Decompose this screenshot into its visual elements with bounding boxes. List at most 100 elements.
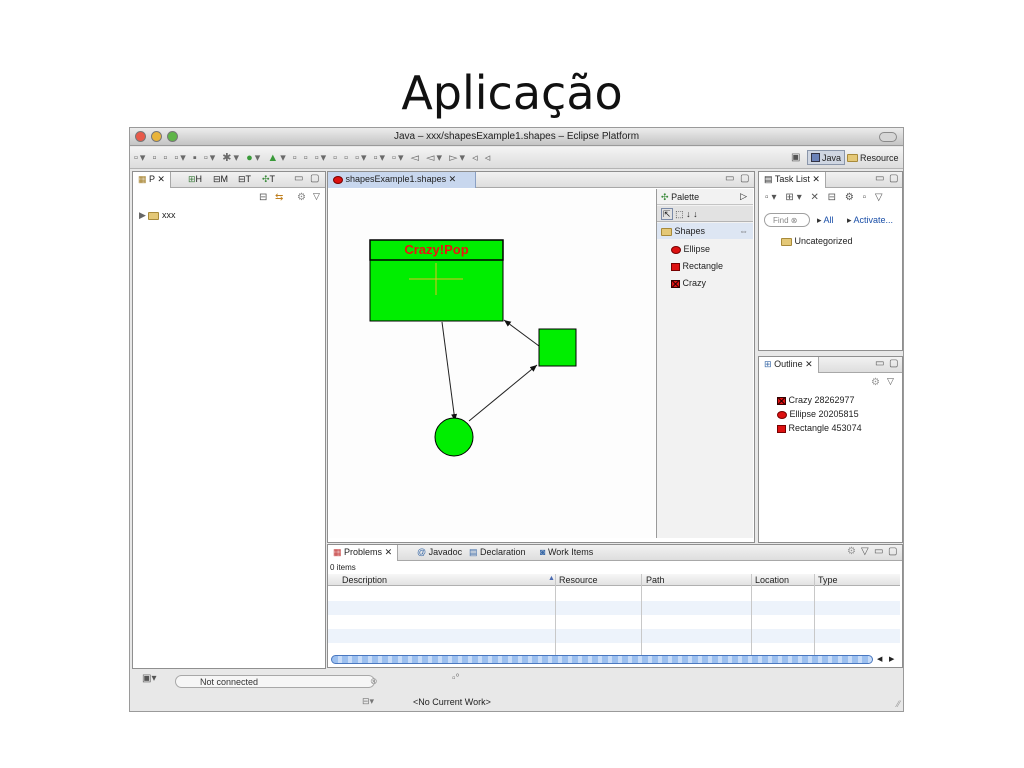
view-dropdown-icon[interactable]: ▽ (313, 191, 320, 202)
open-perspective-icon[interactable]: ▣ (791, 152, 800, 163)
perspective-java-button[interactable]: Java (807, 150, 846, 165)
diagram-canvas[interactable]: Crazy!Pop (329, 189, 655, 538)
maximize-icon[interactable]: ▢ (889, 173, 898, 184)
col-resource[interactable]: Resource (559, 575, 598, 585)
rectangle-shape[interactable] (538, 328, 577, 367)
toolbar-toggle-button[interactable] (879, 132, 897, 142)
minimize-icon[interactable]: ▭ (875, 173, 884, 184)
column-divider (555, 574, 556, 660)
members-icon: ⊟ (213, 174, 221, 184)
sort-up-icon[interactable]: ▲ (548, 575, 555, 582)
outline-dropdown-icon[interactable]: ▽ (887, 376, 894, 387)
link-editor-icon[interactable]: ⇆ (275, 192, 283, 203)
palette-header[interactable]: ✣ Palette ▷ (657, 189, 753, 205)
tab-declaration[interactable]: ▤ Declaration (464, 545, 531, 561)
task-find-input[interactable]: Find ⊗ (764, 213, 810, 227)
tab-outline[interactable]: ⊞ Outline ✕ (759, 357, 819, 373)
tab-package-explorer[interactable]: ▦ P ✕ (133, 172, 171, 188)
col-type[interactable]: Type (818, 575, 838, 585)
minimize-icon[interactable]: ▭ (874, 546, 883, 557)
connection-rectangle-crazy[interactable] (503, 319, 540, 347)
col-path[interactable]: Path (646, 575, 665, 585)
connection-status-field[interactable]: Not connected (175, 675, 375, 688)
tab-hierarchy[interactable]: ⊞H (183, 172, 207, 188)
outline-menu-icon[interactable]: ⚙ (871, 377, 880, 388)
work-dropdown-icon[interactable]: ⊟▾ (362, 696, 374, 707)
palette-item-rectangle[interactable]: Rectangle (667, 258, 763, 274)
scroll-left-icon[interactable]: ◀ (877, 655, 882, 663)
palette-collapse-icon[interactable]: ▷ (740, 191, 747, 202)
window-titlebar: Java – xxx/shapesExample1.shapes – Eclip… (130, 128, 903, 146)
col-location[interactable]: Location (755, 575, 789, 585)
close-icon[interactable]: ✕ (805, 359, 813, 369)
clear-find-icon[interactable]: ⊗ (791, 216, 798, 225)
resource-perspective-icon (847, 153, 858, 162)
ellipse-shape[interactable] (434, 417, 474, 457)
work-items-icon: ◙ (540, 547, 546, 557)
package-icon: ▦ (138, 174, 147, 184)
crazy-icon (777, 396, 786, 405)
tree-item-xxx[interactable]: ▶ xxx (139, 210, 175, 221)
problems-tabbar: ▦ Problems ✕ @ Javadoc ▤ Declaration ◙ W… (328, 545, 902, 561)
view-menu-icon[interactable]: ⚙ (297, 192, 306, 203)
select-tool-icon[interactable]: ⇱ (661, 208, 673, 220)
tasklist-toolbar[interactable]: ▫▾ ⊞▾ ✕ ⊟ ⚙ ▫ ▽ (765, 192, 886, 203)
connection-ellipse-rectangle[interactable] (468, 364, 538, 422)
package-explorer-panel: ▦ P ✕ ⊞H ⊟M ⊟T ✣T ▭ ▢ ⊟ ⇆ ⚙ ▽ ▶ xxx (132, 171, 326, 669)
tab-members[interactable]: ⊟M (208, 172, 233, 188)
maximize-icon[interactable]: ▢ (310, 173, 319, 184)
marquee-tool-icon[interactable]: ⬚ (675, 209, 684, 219)
problems-panel: ▦ Problems ✕ @ Javadoc ▤ Declaration ◙ W… (327, 544, 903, 668)
view-dropdown-icon[interactable]: ▽ (861, 546, 869, 557)
view-menu-icon[interactable]: ⚙ (847, 546, 856, 557)
javadoc-icon: @ (417, 547, 427, 557)
outline-panel: ⊞ Outline ✕ ▭ ▢ ⚙ ▽ Crazy 28262977 Ellip… (758, 356, 903, 543)
palette-item-crazy[interactable]: Crazy (667, 275, 763, 291)
close-icon[interactable]: ✕ (157, 174, 165, 184)
perspective-resource-button[interactable]: Resource (844, 150, 902, 165)
minimize-icon[interactable]: ▭ (294, 173, 303, 184)
minimize-icon[interactable]: ▭ (875, 358, 884, 369)
scroll-right-icon[interactable]: ▶ (889, 655, 894, 663)
tab-tasks[interactable]: ✣T (257, 172, 280, 188)
tasklist-all-link[interactable]: ▸ All (817, 215, 834, 226)
fast-view-icon[interactable]: ▫° (452, 673, 460, 684)
palette-item-ellipse[interactable]: Ellipse (667, 241, 763, 257)
col-description[interactable]: Description (342, 575, 387, 585)
tasklist-category[interactable]: Uncategorized (781, 236, 853, 246)
connection-icon[interactable]: ▣▾ (142, 673, 156, 684)
collapse-all-icon[interactable]: ⊟ (259, 192, 267, 203)
maximize-icon[interactable]: ▢ (889, 358, 898, 369)
navigator-tabbar: ▦ P ✕ ⊞H ⊟M ⊟T ✣T ▭ ▢ (133, 172, 325, 188)
outline-item-ellipse[interactable]: Ellipse 20205815 (777, 409, 859, 419)
crazy-icon (671, 279, 680, 288)
palette-drawer-shapes[interactable]: Shapes ⇔ (657, 223, 753, 239)
tab-types[interactable]: ⊟T (233, 172, 256, 188)
tab-work-items[interactable]: ◙ Work Items (535, 545, 598, 561)
editor-tabbar: shapesExample1.shapes ✕ ▭ ▢ (328, 172, 754, 188)
maximize-icon[interactable]: ▢ (888, 546, 897, 557)
tab-shapes-editor[interactable]: shapesExample1.shapes ✕ (328, 172, 476, 188)
outline-item-crazy[interactable]: Crazy 28262977 (777, 395, 855, 405)
resize-grip-icon[interactable]: ⁄⁄ (897, 699, 900, 709)
tasklist-activate-link[interactable]: ▸ Activate... (847, 215, 893, 226)
tab-problems[interactable]: ▦ Problems ✕ (328, 545, 399, 561)
close-icon[interactable]: ✕ (449, 174, 457, 184)
rectangle-icon (671, 262, 680, 271)
maximize-icon[interactable]: ▢ (740, 173, 749, 184)
drawer-pin-icon[interactable]: ⇔ (739, 226, 748, 236)
connection-tool-icon[interactable]: ↓ (686, 209, 691, 219)
connection-crazy-ellipse[interactable] (441, 321, 458, 422)
close-icon[interactable]: ✕ (812, 174, 820, 184)
connection-tool-alt-icon[interactable]: ↓ (693, 209, 698, 219)
close-icon[interactable]: ✕ (385, 547, 393, 557)
drawer-folder-icon (661, 227, 672, 236)
expand-arrow-icon[interactable]: ▶ (139, 210, 146, 220)
tab-task-list[interactable]: ▤ Task List ✕ (759, 172, 826, 188)
clear-connection-icon[interactable]: ⊗ (370, 676, 378, 687)
minimize-icon[interactable]: ▭ (725, 173, 734, 184)
horizontal-scrollbar[interactable] (331, 655, 873, 664)
tab-javadoc[interactable]: @ Javadoc (412, 545, 467, 561)
toolbar-icons[interactable]: ▫▾ ▫ ▫ ▫▾ ▪ ▫▾ ✱▾ ●▾ ▲▾ ▫ ▫ ▫▾ ▫ ▫ ▫▾ ▫▾… (134, 151, 492, 164)
outline-item-rectangle[interactable]: Rectangle 453074 (777, 423, 862, 433)
